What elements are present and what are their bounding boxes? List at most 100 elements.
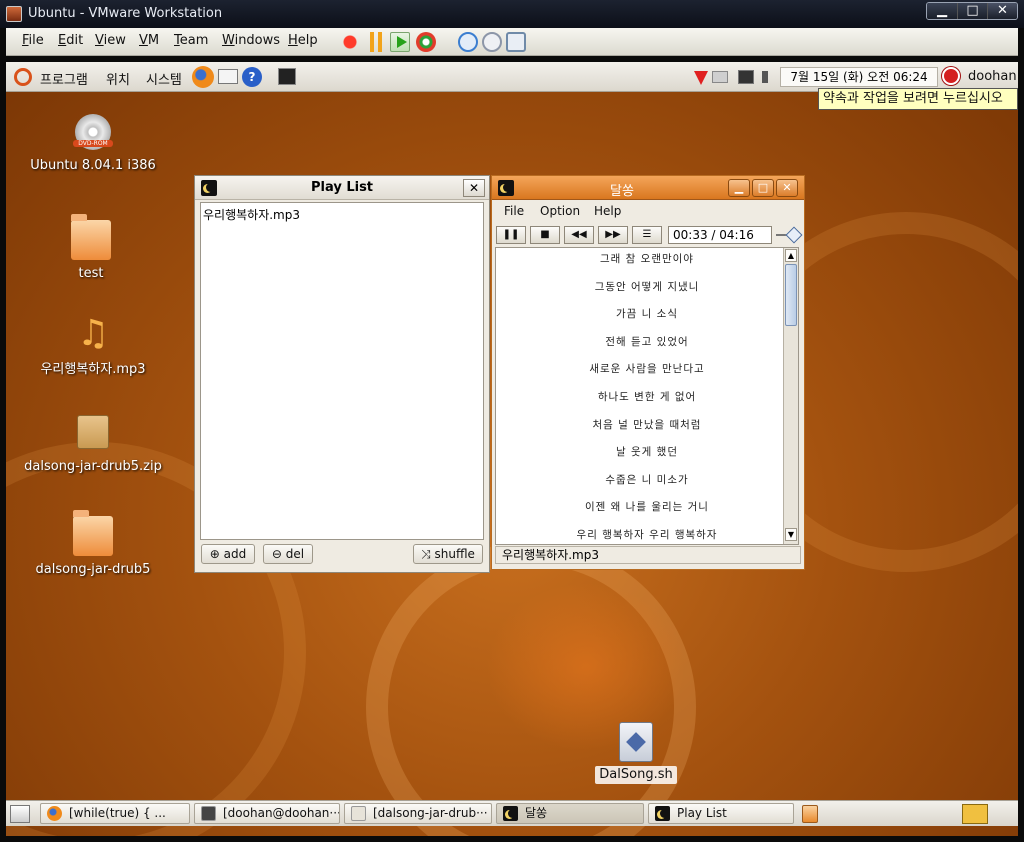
firefox-icon [47, 806, 62, 821]
menu-team[interactable]: Team [174, 33, 208, 48]
volume-slider[interactable] [776, 226, 803, 244]
power-off-icon[interactable] [340, 32, 360, 52]
time-display: 00:33 / 04:16 [668, 226, 772, 244]
lyric-line: 날 웃게 했던 [616, 446, 678, 459]
menu-windows[interactable]: Windows [222, 33, 280, 48]
snapshot-icon[interactable] [458, 32, 478, 52]
show-desktop-icon[interactable] [10, 805, 30, 823]
desktop-icon-test[interactable]: test [16, 214, 166, 281]
plus-icon: ⊕ [209, 547, 224, 561]
help-icon[interactable]: ? [242, 67, 262, 87]
menu-help[interactable]: Help [288, 33, 318, 48]
lyric-line: 가끔 니 소식 [616, 308, 678, 321]
script-file-icon [619, 722, 653, 762]
player-status-bar: 우리행복하자.mp3 [495, 546, 801, 564]
reset-icon[interactable] [416, 32, 436, 52]
prev-button[interactable]: ◀◀ [564, 226, 594, 244]
scroll-down-button[interactable]: ▼ [785, 528, 797, 541]
scroll-thumb[interactable] [785, 264, 797, 326]
volume-icon[interactable] [762, 71, 776, 83]
taskbar-item-file-manager[interactable]: [dalsong-jar-drub··· [344, 803, 492, 824]
dvd-rom-icon: DVD-ROM [73, 114, 113, 154]
desktop-icon-dvd[interactable]: DVD-ROM Ubuntu 8.04.1 i386 [18, 114, 168, 173]
desktop-icon-label: DalSong.sh [595, 766, 677, 784]
snapshot-manager-icon[interactable] [506, 32, 526, 52]
taskbar-item-playlist[interactable]: Play List [648, 803, 794, 824]
terminal-launcher-icon[interactable] [278, 68, 296, 85]
trash-icon[interactable] [802, 805, 818, 823]
shutdown-icon[interactable] [942, 67, 960, 85]
revert-snapshot-icon[interactable] [482, 32, 502, 52]
lyric-line: 그래 참 오랜만이야 [600, 253, 694, 265]
player-title-bar[interactable]: 달쏭 ▁ □ ✕ [492, 176, 804, 200]
lyric-line: 수줍은 니 미소가 [605, 473, 689, 486]
folder-icon [73, 510, 113, 556]
suspend-icon[interactable] [366, 32, 386, 52]
mail-icon[interactable] [218, 69, 238, 84]
minus-icon: ⊖ [271, 547, 286, 561]
dalsong-icon [655, 806, 670, 821]
close-button[interactable]: ✕ [987, 3, 1017, 19]
playlist-item[interactable]: 우리행복하자.mp3 [203, 206, 481, 223]
player-title: 달쏭 [610, 184, 634, 199]
playlist-window: Play List ✕ 우리행복하자.mp3 ⊕ add ⊖ del ⤨ shu… [194, 175, 490, 573]
menu-system[interactable]: 시스템 [146, 69, 182, 88]
desktop-icon-label: Ubuntu 8.04.1 i386 [30, 158, 156, 173]
desktop-icon-zip[interactable]: dalsong-jar-drub5.zip [18, 412, 168, 474]
folder-icon [71, 214, 111, 260]
menu-file[interactable]: File [22, 33, 44, 48]
desktop-icon-label: dalsong-jar-drub5 [35, 562, 151, 577]
taskbar-item-dalsong[interactable]: 달쏭 [496, 803, 644, 824]
minimize-button[interactable]: ▁ [927, 3, 957, 19]
maximize-button[interactable]: □ [957, 3, 987, 19]
scroll-up-button[interactable]: ▲ [785, 249, 797, 262]
player-minimize-button[interactable]: ▁ [728, 179, 750, 197]
lyrics-scrollbar[interactable]: ▲ ▼ [783, 248, 798, 544]
desktop-icon-label: dalsong-jar-drub5.zip [24, 459, 162, 474]
player-menu-option[interactable]: Option [540, 204, 580, 218]
del-button[interactable]: ⊖ del [263, 544, 313, 564]
vmware-app-icon [6, 6, 22, 22]
next-button[interactable]: ▶▶ [598, 226, 628, 244]
shuffle-button[interactable]: ⤨ shuffle [413, 544, 483, 564]
playlist-list[interactable]: 우리행복하자.mp3 [200, 202, 484, 540]
update-notifier-icon[interactable] [694, 67, 708, 85]
firefox-icon[interactable] [192, 66, 214, 88]
vm-window-title: Ubuntu - VMware Workstation [28, 6, 223, 21]
taskbar-item-terminal[interactable]: [doohan@doohan··· [194, 803, 340, 824]
player-menu-help[interactable]: Help [594, 204, 621, 218]
desktop-icon-label: 우리행복하자.mp3 [40, 362, 146, 377]
pause-button[interactable]: ❚❚ [496, 226, 526, 244]
desktop-icon-folder[interactable]: dalsong-jar-drub5 [18, 510, 168, 577]
playlist-close-button[interactable]: ✕ [463, 179, 485, 197]
lyric-line: 이젠 왜 나를 울리는 거니 [585, 501, 709, 514]
vm-title-bar: Ubuntu - VMware Workstation ▁ □ ✕ [0, 0, 1024, 28]
desktop-icon-mp3[interactable]: ♫ 우리행복하자.mp3 [18, 314, 168, 378]
user-name[interactable]: doohan [968, 69, 1017, 84]
taskbar-item-firefox[interactable]: [while(true) { ... [40, 803, 190, 824]
menu-view[interactable]: View [95, 33, 126, 48]
guest-desktop: 프로그램 위치 시스템 ? 7월 15일 (화) 오전 06:24 doohan… [6, 62, 1018, 836]
desktop-icon-label: test [78, 266, 104, 281]
printer-icon[interactable] [712, 71, 728, 83]
stop-button[interactable]: ■ [530, 226, 560, 244]
lyrics-toggle-button[interactable]: ☰ [632, 226, 662, 244]
menu-applications[interactable]: 프로그램 [40, 69, 88, 88]
player-window: 달쏭 ▁ □ ✕ File Option Help ❚❚ ■ ◀◀ ▶▶ ☰ 0… [491, 175, 805, 570]
menu-vm[interactable]: VM [139, 33, 159, 48]
power-on-icon[interactable] [390, 32, 410, 52]
lyrics-panel[interactable]: 그래 참 오랜만이야 그동안 어떻게 지냈니 가끔 니 소식 전해 듣고 있었어… [495, 247, 799, 545]
add-button[interactable]: ⊕ add [201, 544, 255, 564]
desktop-icon-dalsong-sh[interactable]: DalSong.sh [566, 722, 706, 784]
menu-edit[interactable]: Edit [58, 33, 83, 48]
player-close-button[interactable]: ✕ [776, 179, 798, 197]
player-maximize-button[interactable]: □ [752, 179, 774, 197]
player-menu-file[interactable]: File [504, 204, 524, 218]
shuffle-icon: ⤨ [421, 547, 435, 561]
workspace-switcher[interactable] [962, 804, 988, 824]
ubuntu-logo-icon [14, 68, 32, 86]
playlist-title-bar[interactable]: Play List ✕ [195, 176, 489, 200]
menu-places[interactable]: 위치 [106, 69, 130, 88]
network-icon[interactable] [738, 70, 754, 84]
clock[interactable]: 7월 15일 (화) 오전 06:24 [780, 67, 938, 87]
